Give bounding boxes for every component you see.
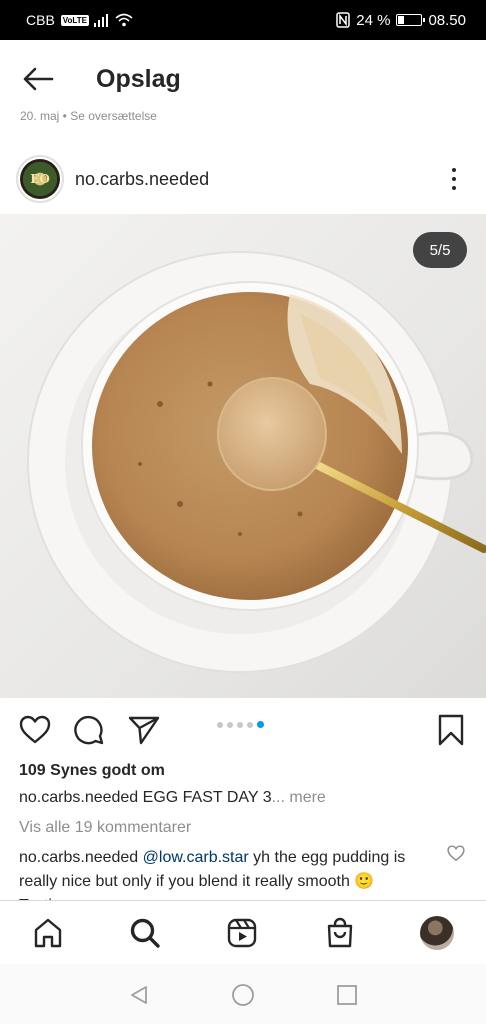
top-bar: Opslag — [0, 40, 486, 118]
status-bar: CBB VoLTE 24 % 08.50 — [0, 0, 486, 40]
comment-like-button[interactable] — [447, 845, 465, 863]
wifi-icon — [115, 13, 133, 27]
avatar[interactable]: EO — [16, 155, 64, 203]
post-username[interactable]: no.carbs.needed — [75, 169, 209, 190]
carousel-dot — [257, 721, 264, 728]
nav-search[interactable] — [127, 915, 163, 951]
comment-mention[interactable]: @low.carb.star — [143, 849, 249, 866]
heart-small-icon — [447, 845, 465, 862]
back-button[interactable] — [0, 40, 76, 118]
previous-post-date-line: 20. maj • Se oversættelse — [20, 110, 157, 123]
square-recents-icon — [337, 985, 357, 1005]
caption: no.carbs.needed EGG FAST DAY 3... mere — [19, 789, 326, 807]
post-header: EO no.carbs.needed — [0, 150, 486, 208]
system-recents-button[interactable] — [334, 982, 360, 1008]
like-count[interactable]: 109 Synes godt om — [19, 762, 165, 780]
bottom-navigation — [0, 900, 486, 964]
system-back-button[interactable] — [126, 982, 152, 1008]
carousel-indicator — [217, 721, 264, 728]
save-button[interactable] — [433, 712, 469, 748]
comment-username[interactable]: no.carbs.needed — [19, 849, 138, 866]
comment-icon — [74, 715, 104, 745]
caption-text: EGG FAST DAY 3 — [138, 789, 272, 806]
profile-avatar — [420, 916, 454, 950]
carousel-dot — [217, 721, 223, 728]
comment-button[interactable] — [71, 712, 107, 748]
nav-reels[interactable] — [224, 915, 260, 951]
post-actions — [0, 706, 486, 752]
circle-home-icon — [232, 984, 254, 1006]
reels-icon — [227, 918, 257, 948]
nav-shop[interactable] — [322, 915, 358, 951]
heart-icon — [19, 715, 51, 744]
page-title: Opslag — [96, 64, 181, 93]
carousel-dot — [237, 721, 243, 728]
back-arrow-icon — [23, 67, 54, 91]
comment-item: no.carbs.needed @low.carb.star yh the eg… — [19, 846, 424, 900]
nav-home[interactable] — [30, 915, 66, 951]
share-icon — [128, 716, 160, 745]
search-icon — [130, 918, 160, 948]
signal-icon — [93, 14, 108, 27]
caption-username[interactable]: no.carbs.needed — [19, 789, 138, 806]
avatar-logo: EO — [20, 159, 60, 199]
battery-icon — [396, 14, 426, 26]
home-icon — [34, 918, 62, 948]
bookmark-icon — [438, 714, 464, 746]
more-options-button[interactable] — [444, 159, 464, 199]
dessert-photo — [27, 251, 486, 673]
nav-profile[interactable] — [419, 915, 455, 951]
view-all-comments-link[interactable]: Vis alle 19 kommentarer — [19, 819, 191, 837]
clock: 08.50 — [428, 11, 466, 29]
more-options-icon — [452, 168, 456, 172]
shop-icon — [327, 917, 353, 948]
system-home-button[interactable] — [230, 982, 256, 1008]
like-button[interactable] — [17, 712, 53, 748]
post-image[interactable]: 5/5 — [0, 214, 486, 698]
battery-percent: 24 % — [356, 11, 391, 29]
caption-more-link[interactable]: ... mere — [272, 789, 326, 806]
image-counter-badge: 5/5 — [413, 232, 467, 268]
share-button[interactable] — [126, 712, 162, 748]
system-navigation-bar — [0, 964, 486, 1024]
carousel-dot — [227, 721, 233, 728]
nfc-icon — [336, 12, 350, 28]
carousel-dot — [247, 721, 253, 728]
triangle-back-icon — [131, 986, 147, 1004]
carrier-label: CBB — [26, 12, 55, 28]
volte-badge: VoLTE — [60, 14, 89, 26]
